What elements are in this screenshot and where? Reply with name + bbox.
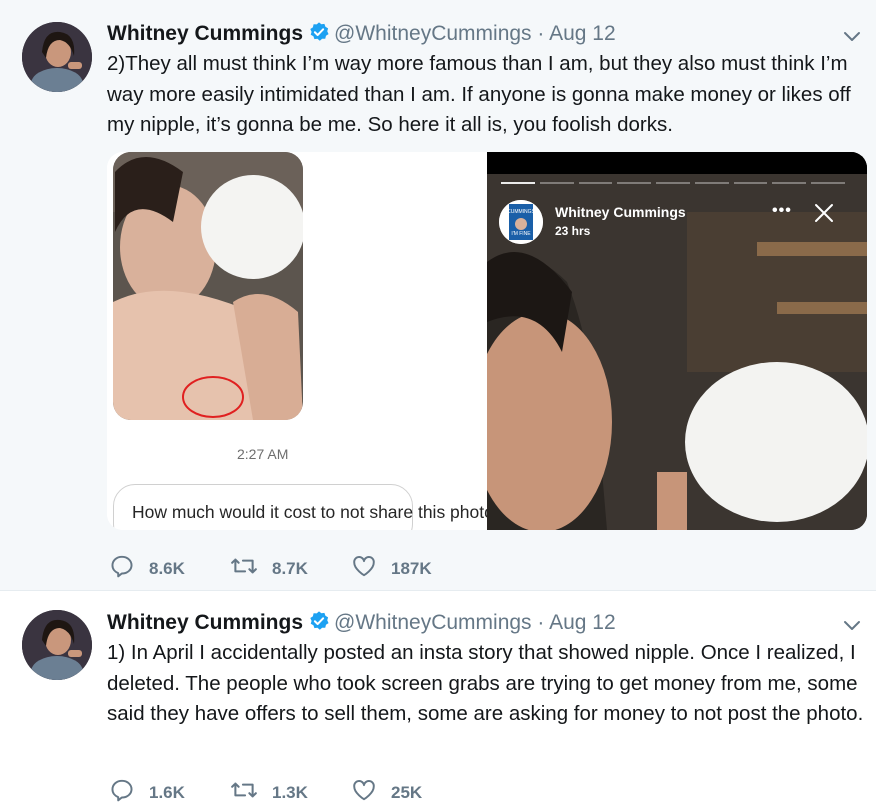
tweet-header: Whitney Cummings @WhitneyCummings · Aug 1…: [107, 610, 616, 638]
retweet-icon: [230, 553, 272, 584]
reply-icon: [109, 777, 149, 808]
book-title-line2: I'M FINE: [511, 231, 531, 237]
retweet-icon: [230, 777, 272, 808]
media-grid[interactable]: 2:27 AM How much would it cost to not sh…: [107, 152, 867, 530]
like-icon: [351, 553, 391, 584]
story-time: 23 hrs: [555, 224, 591, 238]
chat-photo: [113, 152, 303, 420]
like-count: 25K: [391, 782, 423, 802]
chevron-down-icon[interactable]: [842, 615, 862, 635]
display-name[interactable]: Whitney Cummings: [107, 611, 303, 634]
tweet-header: Whitney Cummings @WhitneyCummings · Aug 1…: [107, 21, 616, 49]
retweet-button[interactable]: 1.3K: [230, 777, 308, 808]
tweet-text: 2)They all must think I’m way more famou…: [107, 52, 851, 136]
tweet[interactable]: Whitney Cummings @WhitneyCummings · Aug 1…: [0, 0, 876, 590]
display-name[interactable]: Whitney Cummings: [107, 22, 303, 45]
chevron-down-icon[interactable]: [842, 26, 862, 46]
like-button[interactable]: 187K: [351, 553, 432, 584]
avatar[interactable]: [22, 610, 92, 680]
tweet-date[interactable]: Aug 12: [549, 611, 616, 634]
tweet-text: 1) In April I accidentally posted an ins…: [107, 641, 864, 725]
verified-badge-icon: [308, 610, 330, 638]
user-handle[interactable]: @WhitneyCummings: [334, 22, 532, 45]
separator: ·: [537, 22, 545, 45]
reply-count: 1.6K: [149, 782, 185, 802]
like-count: 187K: [391, 558, 432, 578]
retweet-button[interactable]: 8.7K: [230, 553, 308, 584]
reply-icon: [109, 553, 149, 584]
avatar[interactable]: [22, 22, 92, 92]
tweet-date[interactable]: Aug 12: [549, 22, 616, 45]
verified-badge-icon: [308, 21, 330, 49]
story-username: Whitney Cummings: [555, 204, 686, 220]
user-handle[interactable]: @WhitneyCummings: [334, 611, 532, 634]
book-title-line1: CUMMINGS: [507, 209, 535, 215]
reply-button[interactable]: 8.6K: [109, 553, 185, 584]
story-avatar: CUMMINGS I'M FINE: [499, 200, 543, 244]
retweet-count: 1.3K: [272, 782, 308, 802]
media-image-story-screenshot[interactable]: CUMMINGS I'M FINE Whitney Cummings 23 hr…: [487, 152, 867, 530]
close-icon: [813, 202, 835, 229]
like-icon: [351, 777, 391, 808]
chat-message-bubble: How much would it cost to not share this…: [113, 484, 504, 530]
tweet[interactable]: Whitney Cummings @WhitneyCummings · Aug 1…: [0, 591, 876, 809]
story-progress-bars: [501, 182, 846, 185]
separator: ·: [537, 611, 545, 634]
reply-button[interactable]: 1.6K: [109, 777, 185, 808]
like-button[interactable]: 25K: [351, 777, 422, 808]
more-options-icon: •••: [772, 202, 792, 219]
retweet-count: 8.7K: [272, 558, 308, 578]
reply-count: 8.6K: [149, 558, 185, 578]
chat-timestamp: 2:27 AM: [237, 446, 289, 462]
chat-message-text: How much would it cost to not share this…: [132, 502, 504, 522]
media-image-dm-screenshot[interactable]: 2:27 AM How much would it cost to not sh…: [107, 152, 504, 530]
